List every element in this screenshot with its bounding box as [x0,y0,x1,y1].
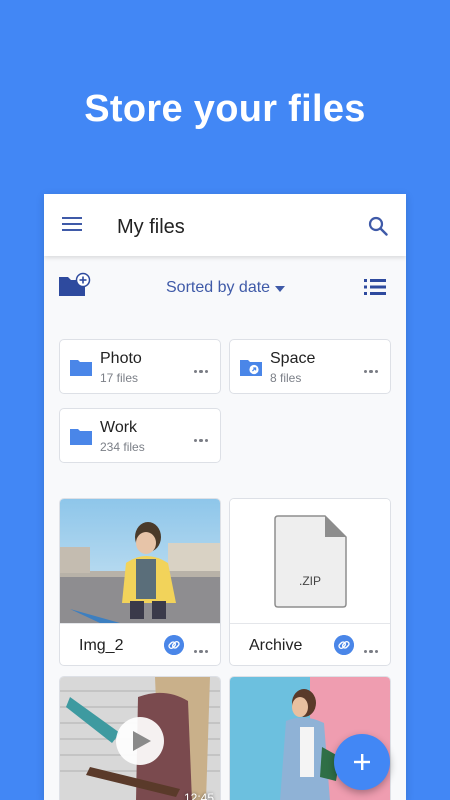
folder-name: Photo [100,350,142,367]
archive-thumbnail: .ZIP [230,499,390,623]
folder-name: Space [270,350,316,367]
more-options-icon[interactable] [364,640,382,653]
file-card-image[interactable]: Img_2 [59,498,221,666]
more-options-icon[interactable] [194,429,212,442]
video-duration: 12:45 [183,791,214,800]
add-file-button[interactable] [334,734,390,790]
play-button[interactable] [116,717,164,765]
new-folder-icon[interactable] [58,272,92,298]
hero-title: Store your files [84,88,366,130]
folder-card-space[interactable]: Space 8 files [229,339,391,394]
hamburger-menu-icon[interactable] [62,216,82,232]
chevron-down-icon[interactable] [275,286,285,292]
link-icon[interactable] [164,635,184,655]
folder-icon [70,429,92,445]
file-footer: Img_2 [60,623,220,665]
play-icon [133,731,151,751]
more-options-icon[interactable] [194,360,212,373]
plus-icon [354,754,370,770]
folder-name: Work [100,419,138,436]
folder-file-count: 8 files [270,371,302,385]
sort-dropdown[interactable]: Sorted by date [166,279,270,297]
more-options-icon[interactable] [194,640,212,653]
app-screen: My files Sorted by date Photo 17 files S… [44,194,406,800]
search-icon[interactable] [368,216,388,236]
shared-folder-icon [240,360,262,376]
zip-file-icon [274,515,347,608]
link-icon[interactable] [334,635,354,655]
folder-icon [70,360,92,376]
more-options-icon[interactable] [364,360,382,373]
file-type-label: .ZIP [298,574,321,588]
file-card-video[interactable]: 12:45 [59,676,221,800]
folder-card-work[interactable]: Work 234 files [59,408,221,463]
folder-card-photo[interactable]: Photo 17 files [59,339,221,394]
file-footer: Archive [230,623,390,665]
file-card-archive[interactable]: .ZIP Archive [229,498,391,666]
list-view-icon[interactable] [364,278,386,296]
image-thumbnail [60,499,220,623]
toolbar: Sorted by date [44,270,406,302]
app-bar: My files [44,194,406,256]
file-name: Img_2 [79,637,124,654]
folder-file-count: 17 files [100,371,139,385]
folder-file-count: 234 files [100,440,145,454]
file-name: Archive [249,637,303,654]
page-title: My files [117,216,185,238]
